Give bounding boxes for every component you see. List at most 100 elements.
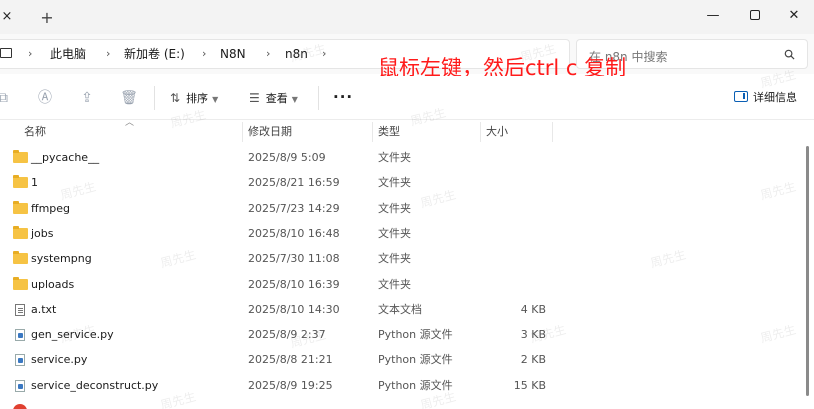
- file-row[interactable]: gen_service.py 2025/8/9 2:37 Python 源文件 3 K…: [0, 323, 800, 348]
- sort-button[interactable]: ⇅ 排序 ▼: [170, 89, 218, 107]
- delete-icon[interactable]: 🗑: [120, 89, 138, 107]
- text-file-icon: [13, 303, 28, 316]
- more-options-button[interactable]: ···: [333, 88, 353, 106]
- details-button[interactable]: 详细信息: [734, 89, 797, 107]
- new-tab-button[interactable]: +: [36, 7, 58, 29]
- partial-file-icon: [13, 404, 27, 409]
- column-header-size[interactable]: 大小: [486, 122, 508, 142]
- file-name: gen_service.py: [31, 328, 114, 342]
- breadcrumb-separator[interactable]: ›: [28, 46, 32, 62]
- file-row[interactable]: ffmpeg 2025/7/23 14:29 文件夹: [0, 197, 800, 222]
- column-header-name[interactable]: 名称: [24, 122, 46, 142]
- file-name: service.py: [31, 353, 88, 367]
- python-file-icon: [13, 354, 28, 367]
- details-label: 详细信息: [753, 91, 797, 104]
- file-name: __pycache__: [31, 151, 100, 164]
- title-bar: × + — ✕: [0, 0, 814, 34]
- file-modified-date: 2025/8/8 21:21: [248, 353, 333, 367]
- column-divider[interactable]: [552, 122, 553, 142]
- file-name: jobs: [31, 226, 54, 240]
- file-name: systempng: [31, 252, 92, 266]
- file-modified-date: 2025/8/21 16:59: [248, 176, 340, 190]
- file-row[interactable]: 1 2025/8/21 16:59 文件夹: [0, 171, 800, 196]
- minimize-button[interactable]: —: [690, 0, 736, 30]
- folder-icon: [13, 276, 28, 291]
- file-modified-date: 2025/8/9 19:25: [248, 378, 333, 392]
- file-type: 文件夹: [378, 201, 411, 215]
- file-type: 文件夹: [378, 277, 411, 291]
- view-button[interactable]: ☰ 查看 ▼: [249, 89, 298, 107]
- scrollbar-thumb[interactable]: [806, 146, 809, 396]
- breadcrumb-n8n[interactable]: n8n: [285, 46, 308, 62]
- file-name: 1: [31, 176, 38, 190]
- python-file-icon: [13, 329, 28, 342]
- file-modified-date: 2025/7/23 14:29: [248, 201, 340, 215]
- file-modified-date: 2025/8/9 2:37: [248, 328, 326, 342]
- column-divider[interactable]: [242, 122, 243, 142]
- minimize-icon: —: [706, 7, 720, 23]
- file-name: ffmpeg: [31, 201, 71, 215]
- maximize-button[interactable]: [732, 0, 778, 30]
- file-row[interactable]: systempng 2025/7/30 11:08 文件夹: [0, 247, 800, 272]
- file-row[interactable]: a.txt 2025/8/10 14:30 文本文档 4 KB: [0, 298, 800, 323]
- file-row[interactable]: service.py 2025/8/8 21:21 Python 源文件 2 KB: [0, 348, 800, 373]
- breadcrumb-drive-e[interactable]: 新加卷 (E:): [124, 46, 185, 62]
- chevron-down-icon: ▼: [212, 95, 219, 104]
- file-type: Python 源文件: [378, 328, 453, 342]
- column-header-type[interactable]: 类型: [378, 122, 400, 142]
- details-pane-icon: [734, 91, 748, 102]
- file-modified-date: 2025/8/10 14:30: [248, 302, 340, 316]
- folder-icon: [13, 225, 28, 240]
- computer-icon[interactable]: [0, 48, 12, 58]
- close-icon: ✕: [788, 7, 800, 23]
- maximize-icon: [750, 10, 760, 20]
- scrollbar[interactable]: [806, 146, 810, 402]
- chevron-down-icon: ▼: [291, 95, 298, 104]
- file-modified-date: 2025/8/10 16:39: [248, 277, 340, 291]
- file-name: service_deconstruct.py: [31, 378, 159, 392]
- rename-icon[interactable]: Ⓐ: [36, 89, 54, 107]
- column-divider[interactable]: [372, 122, 373, 142]
- sort-caret-icon: ︿: [125, 118, 135, 128]
- close-window-button[interactable]: ✕: [774, 0, 814, 30]
- file-type: Python 源文件: [378, 378, 453, 392]
- file-type: 文件夹: [378, 226, 411, 240]
- sort-label: 排序: [186, 92, 209, 105]
- copy-icon[interactable]: ⧉: [0, 89, 12, 107]
- file-row[interactable]: jobs 2025/8/10 16:48 文件夹: [0, 222, 800, 247]
- file-modified-date: 2025/7/30 11:08: [248, 252, 340, 266]
- file-row[interactable]: service_deconstruct.py 2025/8/9 19:25 Pyth…: [0, 374, 800, 399]
- breadcrumb-n8n-upper[interactable]: N8N: [220, 46, 246, 62]
- folder-icon: [13, 251, 28, 265]
- toolbar-divider: [318, 86, 319, 110]
- file-row[interactable]: __pycache__ 2025/8/9 5:09 文件夹: [0, 146, 800, 171]
- breadcrumb-separator[interactable]: ›: [322, 46, 326, 62]
- file-name: uploads: [31, 277, 75, 291]
- share-icon[interactable]: ⇪: [78, 89, 96, 107]
- file-type: 文件夹: [378, 151, 411, 164]
- file-type: Python 源文件: [378, 353, 453, 367]
- folder-icon: [13, 150, 28, 164]
- breadcrumb-separator[interactable]: ›: [202, 46, 206, 62]
- breadcrumb-separator[interactable]: ›: [266, 46, 270, 62]
- file-size: 4 KB: [520, 302, 546, 316]
- python-file-icon: [13, 379, 28, 392]
- view-icon: ☰: [249, 91, 260, 105]
- file-name: a.txt: [31, 302, 57, 316]
- toolbar: ⧉ Ⓐ ⇪ 🗑 ⇅ 排序 ▼ ☰ 查看 ▼ ··· 详细信息: [0, 76, 814, 120]
- breadcrumb-this-pc[interactable]: 此电脑: [50, 46, 86, 62]
- folder-icon: [13, 175, 28, 189]
- breadcrumb-separator[interactable]: ›: [106, 46, 110, 62]
- close-tab-icon[interactable]: ×: [0, 8, 14, 26]
- file-modified-date: 2025/8/9 5:09: [248, 151, 326, 164]
- file-type: 文件夹: [378, 176, 411, 190]
- file-size: 3 KB: [520, 328, 546, 342]
- column-header-date[interactable]: 修改日期: [248, 122, 292, 142]
- sort-icon: ⇅: [170, 91, 181, 105]
- file-type: 文件夹: [378, 252, 411, 266]
- search-icon: [784, 49, 795, 60]
- toolbar-divider: [154, 86, 155, 110]
- column-divider[interactable]: [480, 122, 481, 142]
- file-row[interactable]: uploads 2025/8/10 16:39 文件夹: [0, 273, 800, 298]
- folder-icon: [13, 200, 28, 215]
